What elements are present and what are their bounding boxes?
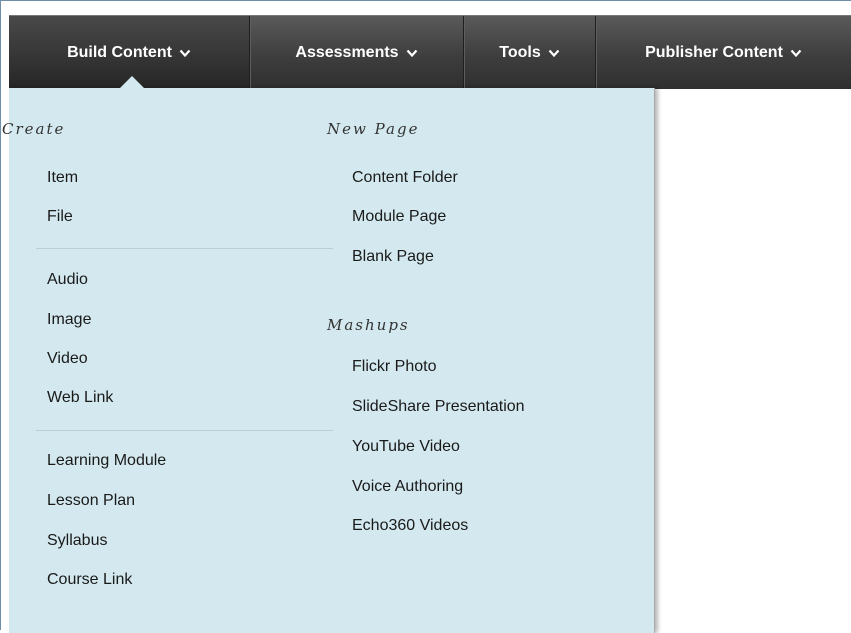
tools-label: Tools: [499, 43, 541, 61]
build-content-menu: Create Item File Audio Image Video Web L…: [2, 88, 655, 633]
menu-item-flickr-photo[interactable]: Flickr Photo: [352, 358, 436, 376]
menu-item-web-link[interactable]: Web Link: [47, 389, 113, 407]
create-heading: Create: [2, 120, 66, 138]
chevron-down-icon: [790, 49, 802, 57]
build-content-label: Build Content: [67, 43, 172, 61]
menu-item-youtube-video[interactable]: YouTube Video: [352, 438, 460, 456]
menu-item-slideshare-presentation[interactable]: SlideShare Presentation: [352, 398, 525, 416]
chevron-down-icon: [406, 49, 417, 57]
publisher-content-label: Publisher Content: [645, 43, 783, 61]
menu-item-video[interactable]: Video: [47, 350, 88, 368]
menu-item-blank-page[interactable]: Blank Page: [352, 248, 434, 266]
assessments-label: Assessments: [295, 43, 399, 61]
menu-item-audio[interactable]: Audio: [47, 271, 88, 289]
chevron-down-icon: [179, 49, 191, 57]
menu-item-learning-module[interactable]: Learning Module: [47, 452, 166, 470]
publisher-content-button[interactable]: Publisher Content: [596, 16, 851, 89]
window-left-border: [0, 0, 1, 630]
menu-item-content-folder[interactable]: Content Folder: [352, 169, 458, 187]
tools-button[interactable]: Tools: [464, 16, 595, 89]
window-top-border: [0, 0, 851, 1]
chevron-down-icon: [548, 49, 560, 57]
menu-item-module-page[interactable]: Module Page: [352, 208, 446, 226]
menu-item-voice-authoring[interactable]: Voice Authoring: [352, 478, 463, 496]
menu-item-file[interactable]: File: [47, 208, 73, 226]
menu-item-image[interactable]: Image: [47, 311, 91, 329]
assessments-button[interactable]: Assessments: [250, 16, 463, 89]
menu-item-syllabus[interactable]: Syllabus: [47, 532, 107, 550]
menu-divider: [36, 248, 333, 249]
menu-item-item[interactable]: Item: [47, 169, 78, 187]
menu-item-echo360-videos[interactable]: Echo360 Videos: [352, 517, 468, 535]
menu-pointer: [119, 76, 145, 89]
menu-item-course-link[interactable]: Course Link: [47, 571, 132, 589]
menu-item-lesson-plan[interactable]: Lesson Plan: [47, 492, 135, 510]
mashups-heading: Mashups: [327, 316, 410, 334]
new-page-heading: New Page: [327, 120, 420, 138]
menu-divider: [36, 430, 333, 431]
